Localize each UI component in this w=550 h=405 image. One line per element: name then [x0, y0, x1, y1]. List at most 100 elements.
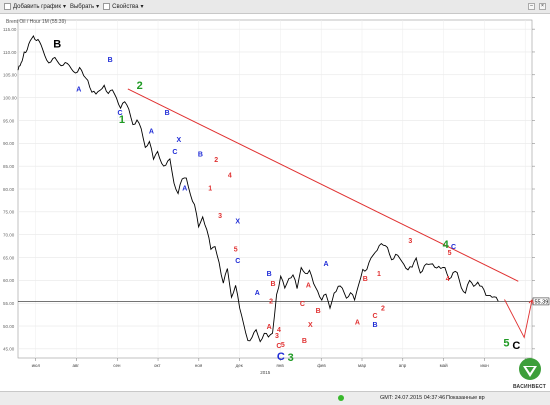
grid [17, 19, 535, 361]
wave-label: 5 [448, 250, 452, 257]
wave-label: B [302, 338, 307, 345]
wave-label: 5 [503, 338, 509, 350]
y-tick-label: 90.00 [3, 141, 15, 146]
x-tick-label: фев [317, 363, 326, 368]
connection-status-icon [338, 395, 344, 401]
wave-label: B [108, 57, 113, 64]
y-axis: 115.00 110.00 105.00 100.00 95.00 90.00 85.00 8… [3, 27, 17, 352]
choose-button[interactable]: Выбрать ▾ [69, 3, 100, 11]
y-tick-label: 50.00 [3, 324, 15, 329]
add-chart-icon [4, 3, 11, 10]
status-summary: Показанные вр [446, 395, 485, 401]
x-tick-label: апр [399, 363, 407, 368]
wave-label: B [165, 110, 170, 117]
price-chart-area[interactable]: 115.00 110.00 105.00 100.00 95.00 90.00 85.00 8… [0, 14, 550, 376]
wave-label: 2 [214, 157, 218, 164]
y-tick-label: 75.00 [3, 210, 15, 215]
y-tick-label: 80.00 [3, 187, 15, 192]
x-tick-label: июл [32, 363, 41, 368]
wave-label: 4 [228, 173, 232, 180]
y-tick-label: 115.00 [3, 27, 17, 32]
chevron-down-icon: ▾ [140, 4, 144, 10]
wave-label: B [198, 152, 203, 159]
x-tick-label: ноя [195, 363, 203, 368]
wave-label: B [271, 281, 276, 288]
x-tick-label: сен [113, 363, 121, 368]
wave-label: B [373, 322, 378, 329]
wave-label: 5 [234, 247, 238, 254]
wave-label: C [512, 340, 520, 352]
status-time: GMT: 24.07.2015 04:37:46 [380, 395, 446, 401]
wave-label: X [235, 219, 240, 226]
y-tick-label: 70.00 [3, 232, 15, 237]
chevron-down-icon: ▾ [96, 4, 100, 10]
close-button[interactable]: × [539, 3, 546, 10]
wave-label: 3 [218, 213, 222, 220]
chevron-down-icon: ▾ [62, 4, 66, 10]
wave-label: A [76, 87, 81, 94]
current-price-tag: 55.39 [535, 299, 549, 305]
wave-label: A [306, 283, 311, 290]
wave-label: C [451, 244, 456, 251]
wave-label: 1 [119, 114, 125, 126]
wave-label: X [308, 322, 313, 329]
price-chart[interactable]: 115.00 110.00 105.00 100.00 95.00 90.00 85.00 8… [0, 14, 550, 376]
wave-label: B [363, 276, 368, 283]
add-chart-label: Добавить график [13, 3, 61, 10]
wave-label: 2 [137, 80, 143, 92]
wave-label: 3 [275, 333, 279, 340]
properties-icon [103, 3, 111, 10]
chart-toolbar: Добавить график ▾ Выбрать ▾ Свойства ▾ –… [0, 0, 550, 14]
x-tick-label: авг [72, 363, 79, 368]
x-tick-label: июн [480, 363, 489, 368]
y-tick-label: 95.00 [3, 118, 15, 123]
choose-label: Выбрать [69, 3, 95, 10]
x-tick-label: дек [236, 363, 243, 368]
y-tick-label: 85.00 [3, 164, 15, 169]
x-year-label: 2015 [260, 370, 271, 375]
x-tick-label: мар [358, 363, 367, 368]
wave-label: C [300, 301, 305, 308]
wave-label: A [267, 324, 272, 331]
y-tick-label: 105.00 [3, 73, 17, 78]
wave-label: B [53, 38, 61, 50]
wave-label: C [172, 149, 177, 156]
wave-label: 3 [408, 238, 412, 245]
wave-label: A [355, 320, 360, 327]
add-chart-button[interactable]: Добавить график ▾ [4, 3, 66, 10]
properties-label: Свойства [112, 3, 139, 10]
series-label: Brent Oil / Hour 1M (55.39) [6, 19, 66, 25]
x-tick-label: май [440, 362, 449, 368]
wave-labels: BABC12ABXCAB2143X5CABB2A 43C 5C 3BCAXBAAB1C… [53, 38, 520, 364]
wave-label: A [255, 290, 260, 297]
wave-label: 3 [288, 352, 294, 364]
window-controls: – × [528, 3, 546, 10]
wave-label: 1 [377, 271, 381, 278]
forecast-arrow [504, 299, 533, 339]
wave-label: X [177, 137, 182, 144]
wave-label: 5 [281, 342, 285, 349]
logo: ВАСИНВЕСТ [510, 355, 550, 391]
wave-label: A [323, 261, 328, 268]
wave-label: C [235, 258, 240, 265]
y-tick-label: 60.00 [3, 278, 15, 283]
properties-button[interactable]: Свойства ▾ [103, 3, 144, 10]
wave-label: C [373, 313, 378, 320]
y-tick-label: 100.00 [3, 95, 17, 100]
wave-label: B [316, 308, 321, 315]
y-tick-label: 55.00 [3, 301, 15, 306]
x-tick-label: янв [276, 363, 284, 368]
y-tick-label: 65.00 [3, 255, 15, 260]
wave-label: B [267, 271, 272, 278]
wave-label: 1 [208, 185, 212, 192]
wave-label: 2 [269, 299, 273, 306]
wave-label: 2 [381, 305, 385, 312]
wave-label: C [277, 351, 285, 363]
wave-label: 4 [446, 276, 450, 283]
status-bar: GMT: 24.07.2015 04:37:46 Показанные вр [0, 391, 550, 405]
logo-text: ВАСИНВЕСТ [513, 384, 546, 390]
y-tick-label: 110.00 [3, 50, 17, 55]
x-tick-label: окт [154, 363, 161, 368]
minimize-button[interactable]: – [528, 3, 535, 10]
wave-label: A [149, 128, 154, 135]
